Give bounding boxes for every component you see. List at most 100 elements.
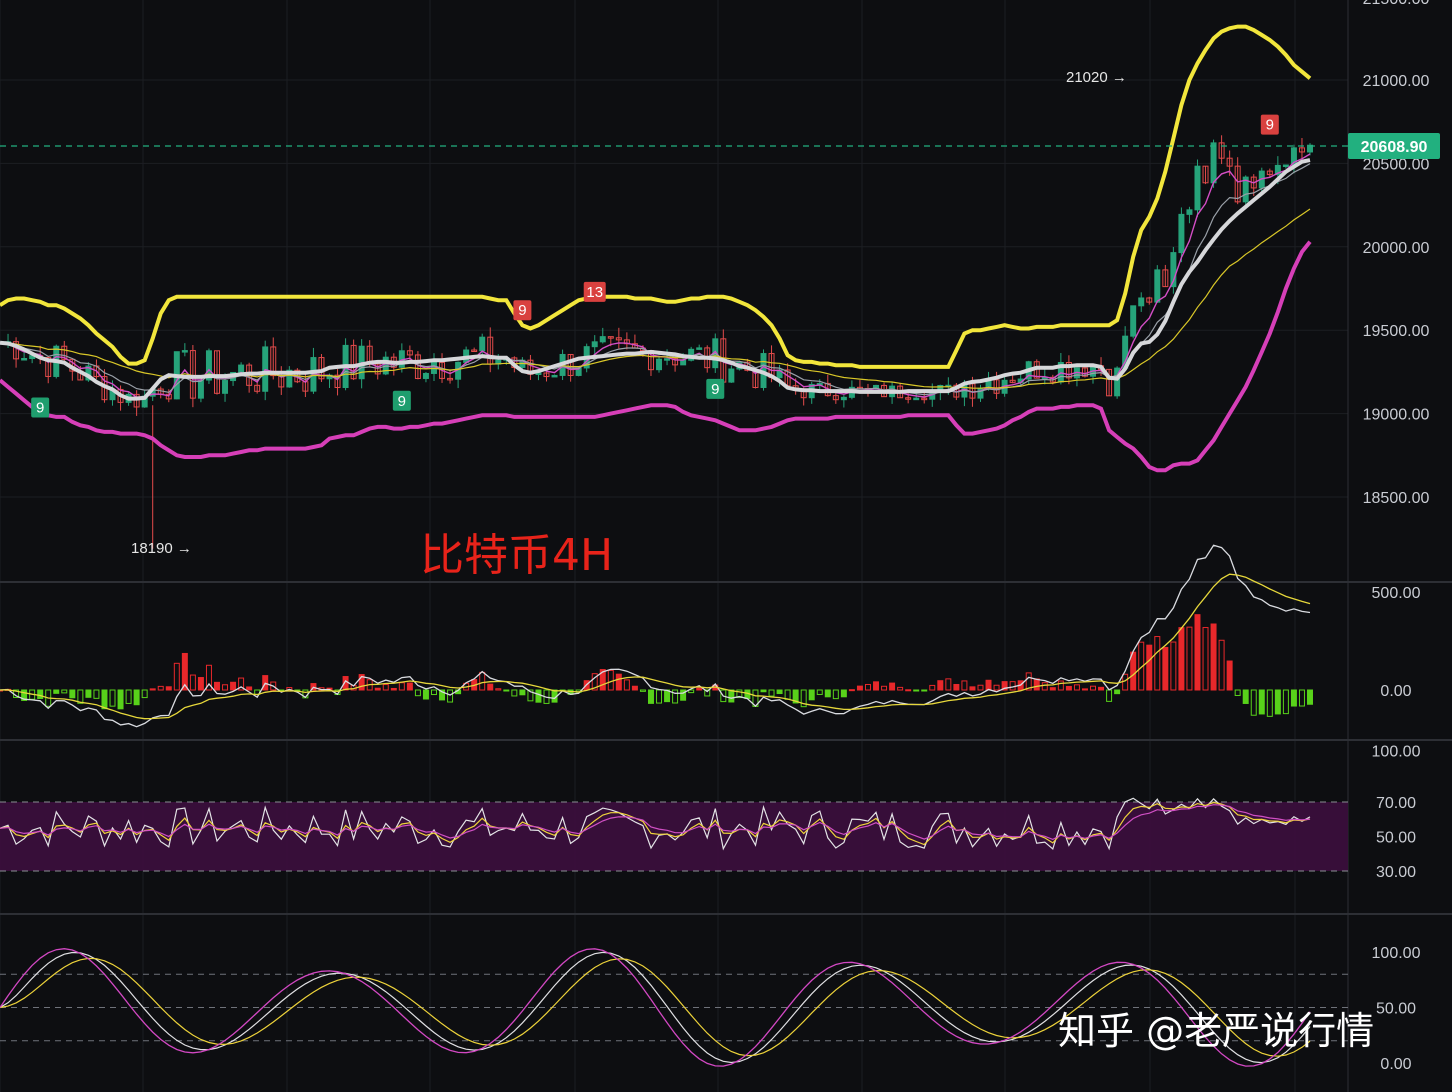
macd-histogram-bar [1290,689,1297,707]
price-tick-label: 19000.00 [1363,407,1430,424]
macd-histogram-bar [760,689,767,693]
candle-body-up [551,374,558,378]
macd-histogram-bar [69,689,76,699]
macd-histogram-bar [230,681,237,691]
macd-histogram-bar [390,687,397,691]
td-marker-label: 9 [36,399,44,416]
macd-histogram-bar [889,682,896,691]
macd-histogram-bar [535,689,542,703]
td-marker-label: 9 [711,381,719,398]
low-arrow: → [173,540,192,557]
price-tick-label: 20000.00 [1363,240,1430,257]
candle-body-up [1210,142,1217,184]
candle-body-up [591,341,598,348]
macd-histogram-bar [647,689,654,704]
td-marker-label: 9 [398,393,406,410]
macd-histogram-bar [1194,614,1201,691]
macd-histogram-bar [149,688,156,691]
macd-histogram-bar [503,689,510,692]
macd-histogram-bar [631,685,638,691]
candle-body-up [840,396,847,401]
low-value: 18190 [131,540,173,557]
candle-body-up [479,336,486,352]
td-marker-label: 9 [518,302,526,319]
macd-histogram-bar [1242,689,1249,704]
candle-body-up [680,359,687,366]
macd-histogram-bar [856,685,863,691]
rsi-tick-label: 50.00 [1376,830,1416,847]
macd-histogram-bar [519,689,526,696]
macd-tick-label: 0.00 [1380,683,1411,700]
macd-histogram-bar [664,689,671,703]
td-marker-label: 13 [586,284,603,301]
macd-histogram-bar [1162,646,1169,691]
macd-histogram-bar [1274,689,1281,715]
macd-histogram-bar [1049,687,1056,691]
macd-histogram-bar [808,689,815,701]
chart-title: 比特币4H [420,530,613,581]
macd-histogram-bar [85,689,92,698]
high-arrow: → [1108,69,1127,86]
price-tick-label: 21000.00 [1363,73,1430,90]
candle-body-up [913,397,920,401]
macd-histogram-bar [873,681,880,691]
macd-histogram-bar [913,689,920,692]
macd-histogram-bar [776,689,783,695]
macd-histogram-bar [133,689,140,706]
macd-histogram-bar [214,681,220,691]
candle-body-up [1138,297,1145,307]
candle-body-up [696,347,703,350]
macd-histogram-bar [1178,627,1185,691]
kdj-tick-label: 0.00 [1380,1056,1411,1073]
macd-histogram-bar [1307,689,1313,705]
rsi-tick-label: 100.00 [1372,743,1421,760]
macd-histogram-bar [1258,689,1265,715]
macd-histogram-bar [969,686,976,691]
macd-histogram-bar [117,689,124,710]
rsi-tick-label: 30.00 [1376,864,1416,881]
macd-histogram-bar [101,689,108,710]
current-price-label: 20608.90 [1361,139,1428,156]
candle-body-up [728,368,735,383]
macd-histogram-bar [1033,678,1040,691]
macd-histogram-bar [937,680,944,691]
macd-histogram-bar [905,689,912,692]
macd-histogram-bar [848,689,855,692]
candle-body-up [1154,269,1161,303]
candle-body-up [238,364,245,373]
candle-body-up [21,357,28,361]
low-annotation: 18190 → [131,540,192,557]
price-tick-label: 19500.00 [1363,323,1430,340]
td-marker-label: 9 [1266,117,1274,134]
candle-body-up [599,336,606,343]
candle-body-up [1130,305,1137,337]
macd-histogram-bar [422,689,429,700]
macd-histogram-bar [1098,686,1105,691]
macd-histogram-bar [921,689,928,692]
macd-histogram-bar [246,686,253,691]
macd-histogram-bar [985,679,992,691]
macd-histogram-bar [1114,689,1121,695]
kdj-tick-label: 50.00 [1376,1001,1416,1018]
macd-histogram-bar [615,673,622,691]
high-value: 21020 [1066,69,1108,86]
macd-histogram-bar [1210,623,1217,691]
macd-histogram-bar [165,686,172,691]
price-tick-label-top: 21500.00 [1363,0,1430,8]
macd-histogram-bar [1081,688,1088,691]
macd-histogram-bar [37,689,44,699]
candle-body-up [1282,164,1289,168]
candle-body-up [197,379,204,399]
candle-body-up [222,380,229,394]
candle-body-up [181,350,188,353]
rsi-tick-label: 70.00 [1376,795,1416,812]
macd-tick-label: 500.00 [1372,585,1421,602]
macd-histogram-bar [406,682,413,691]
macd-histogram-bar [197,677,204,691]
macd-histogram-bar [374,687,381,691]
macd-histogram-bar [728,689,735,703]
macd-histogram-bar [1146,644,1153,691]
macd-histogram-bar [1130,651,1137,691]
candle-body-up [422,372,429,379]
kdj-tick-label: 100.00 [1372,945,1421,962]
